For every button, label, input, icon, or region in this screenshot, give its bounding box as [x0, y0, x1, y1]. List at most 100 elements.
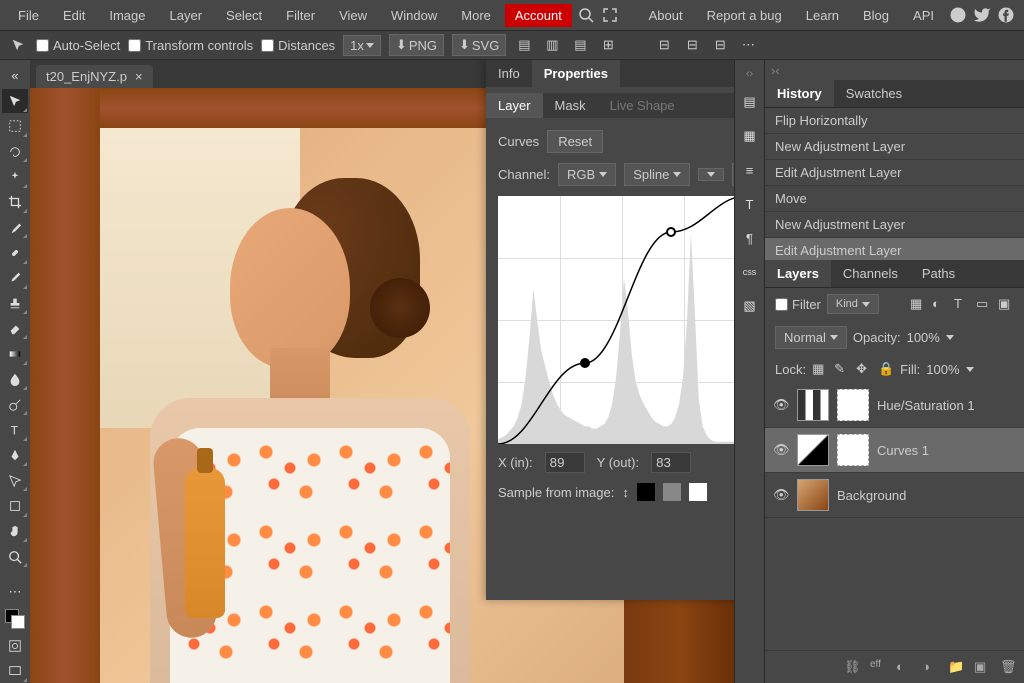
- opacity-value[interactable]: 100%: [907, 330, 940, 345]
- curve-point-2[interactable]: [666, 227, 676, 237]
- sample-icon[interactable]: ↕: [622, 485, 629, 500]
- character-panel-icon[interactable]: T: [737, 192, 763, 216]
- scale-select[interactable]: 1x: [343, 35, 381, 56]
- export-png[interactable]: ⬇ PNG: [389, 34, 444, 56]
- menu-account[interactable]: Account: [505, 4, 572, 27]
- menu-window[interactable]: Window: [381, 4, 447, 27]
- align-center-icon[interactable]: ▥: [542, 35, 562, 55]
- fill-value[interactable]: 100%: [926, 362, 959, 377]
- collapse-right-icon[interactable]: ‹›: [746, 68, 753, 80]
- lock-pixel-icon[interactable]: ✎: [834, 361, 850, 377]
- blend-select[interactable]: Normal: [775, 326, 847, 349]
- lock-all-icon[interactable]: 🔒: [878, 361, 894, 377]
- css-panel-icon[interactable]: css: [737, 260, 763, 284]
- more-icon[interactable]: ⋯: [738, 35, 758, 55]
- dodge-tool[interactable]: [2, 393, 28, 416]
- rect-select-tool[interactable]: [2, 115, 28, 138]
- shape-tool[interactable]: [2, 494, 28, 517]
- visibility-icon[interactable]: 👁: [773, 442, 789, 458]
- document-tab[interactable]: t20_EnjNYZ.p ×: [36, 65, 153, 88]
- menu-edit[interactable]: Edit: [53, 4, 95, 27]
- menu-file[interactable]: File: [8, 4, 49, 27]
- menu-learn[interactable]: Learn: [796, 4, 849, 27]
- history-item[interactable]: New Adjustment Layer: [765, 134, 1024, 160]
- reddit-icon[interactable]: [948, 5, 968, 25]
- white-point-button[interactable]: [689, 483, 707, 501]
- wand-tool[interactable]: [2, 165, 28, 188]
- menu-image[interactable]: Image: [99, 4, 155, 27]
- menu-select[interactable]: Select: [216, 4, 272, 27]
- crop-tool[interactable]: [2, 191, 28, 214]
- adjustments-panel-icon[interactable]: ≡: [737, 158, 763, 182]
- align-top-icon[interactable]: ⊟: [654, 35, 674, 55]
- move-tool-icon[interactable]: [8, 35, 28, 55]
- color-swatches[interactable]: [2, 605, 28, 632]
- layer-row[interactable]: 👁 Background: [765, 473, 1024, 518]
- layer-row[interactable]: 👁 Hue/Saturation 1: [765, 383, 1024, 428]
- paragraph-panel-icon[interactable]: ¶: [737, 226, 763, 250]
- preset-select[interactable]: [698, 168, 724, 181]
- lock-trans-icon[interactable]: ▦: [812, 361, 828, 377]
- tab-properties[interactable]: Properties: [532, 60, 620, 87]
- subtab-mask[interactable]: Mask: [543, 93, 598, 118]
- adjustment-icon[interactable]: ◑: [922, 659, 938, 675]
- pen-tool[interactable]: [2, 444, 28, 467]
- menu-filter[interactable]: Filter: [276, 4, 325, 27]
- reset-button[interactable]: Reset: [547, 130, 603, 153]
- mode-select[interactable]: Spline: [624, 163, 690, 186]
- align-right-icon[interactable]: ▤: [570, 35, 590, 55]
- new-layer-icon[interactable]: ▣: [974, 659, 990, 675]
- history-item[interactable]: New Adjustment Layer: [765, 212, 1024, 238]
- mask-icon[interactable]: ◐: [896, 659, 912, 675]
- distances-check[interactable]: Distances: [261, 38, 335, 53]
- tab-channels[interactable]: Channels: [831, 260, 910, 287]
- fullscreen-icon[interactable]: [600, 5, 620, 25]
- image-panel-icon[interactable]: ▧: [737, 294, 763, 318]
- screen-mode-icon[interactable]: [2, 660, 28, 683]
- gray-point-button[interactable]: [663, 483, 681, 501]
- history-item[interactable]: Move: [765, 186, 1024, 212]
- lock-pos-icon[interactable]: ✥: [856, 361, 872, 377]
- filter-shape-icon[interactable]: ▭: [976, 296, 992, 312]
- facebook-icon[interactable]: [996, 5, 1016, 25]
- curves-graph[interactable]: [498, 196, 734, 444]
- move-tool[interactable]: [2, 89, 28, 112]
- black-point-button[interactable]: [637, 483, 655, 501]
- menu-more[interactable]: More: [451, 4, 501, 27]
- opacity-slider-icon[interactable]: [946, 335, 954, 340]
- tab-info[interactable]: Info: [486, 60, 532, 87]
- type-tool[interactable]: T: [2, 418, 28, 441]
- filter-type-icon[interactable]: T: [954, 296, 970, 312]
- channel-select[interactable]: RGB: [558, 163, 616, 186]
- visibility-icon[interactable]: 👁: [773, 397, 789, 413]
- stamp-tool[interactable]: [2, 292, 28, 315]
- fill-slider-icon[interactable]: [966, 367, 974, 372]
- navigator-panel-icon[interactable]: ▦: [737, 124, 763, 148]
- heal-tool[interactable]: [2, 241, 28, 264]
- subtab-layer[interactable]: Layer: [486, 93, 543, 118]
- align-mid-icon[interactable]: ⊟: [682, 35, 702, 55]
- filter-smart-icon[interactable]: ▣: [998, 296, 1014, 312]
- more-tools[interactable]: ⋯: [2, 580, 28, 603]
- kind-select[interactable]: Kind: [827, 294, 879, 314]
- brush-tool[interactable]: [2, 267, 28, 290]
- align-left-icon[interactable]: ▤: [514, 35, 534, 55]
- menu-bug[interactable]: Report a bug: [697, 4, 792, 27]
- menu-about[interactable]: About: [639, 4, 693, 27]
- curve-point-1[interactable]: [580, 358, 590, 368]
- eraser-tool[interactable]: [2, 317, 28, 340]
- distribute-h-icon[interactable]: ⊞: [598, 35, 618, 55]
- history-item[interactable]: Edit Adjustment Layer: [765, 160, 1024, 186]
- tab-swatches[interactable]: Swatches: [834, 80, 914, 107]
- twitter-icon[interactable]: [972, 5, 992, 25]
- eyedropper-tool[interactable]: [2, 216, 28, 239]
- y-input[interactable]: [651, 452, 691, 473]
- history-item[interactable]: Edit Adjustment Layer: [765, 238, 1024, 260]
- menu-blog[interactable]: Blog: [853, 4, 899, 27]
- panel-collapse-left[interactable]: ›‹: [771, 63, 780, 78]
- quick-mask-icon[interactable]: [2, 635, 28, 658]
- collapse-tools[interactable]: «: [2, 64, 28, 87]
- tab-layers[interactable]: Layers: [765, 260, 831, 287]
- filter-adjust-icon[interactable]: ◐: [932, 296, 948, 312]
- align-bot-icon[interactable]: ⊟: [710, 35, 730, 55]
